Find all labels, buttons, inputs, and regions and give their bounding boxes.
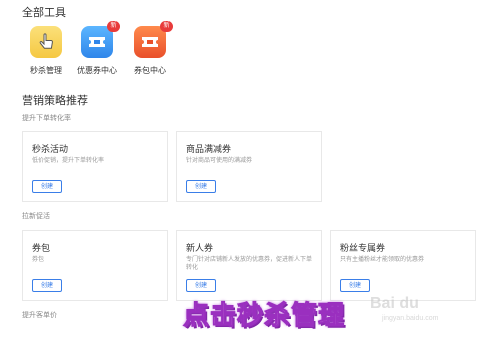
card-seckill-activity: 秒杀活动 低价促销，提升下单转化率 创建 xyxy=(22,131,168,202)
card-desc: 低价促销，提升下单转化率 xyxy=(32,158,105,164)
create-button[interactable]: 创建 xyxy=(32,279,62,292)
create-button[interactable]: 创建 xyxy=(186,279,216,292)
tool-label: 优惠券中心 xyxy=(77,66,117,75)
tool-coupon-package-center[interactable]: 新 券包中心 xyxy=(120,21,180,76)
tool-coupon-center[interactable]: 新 优惠券中心 xyxy=(67,21,127,76)
coupon-package-icon: 新 xyxy=(134,21,173,58)
card-desc: 针对商品可使用的满减券 xyxy=(186,158,253,164)
watermark-logo: Bai du xyxy=(370,295,419,312)
create-button[interactable]: 创建 xyxy=(186,180,216,193)
create-button[interactable]: 创建 xyxy=(32,180,62,193)
coupon-icon: 新 xyxy=(81,21,120,58)
card-coupon-package: 券包 券包 创建 xyxy=(22,230,168,301)
card-fans-coupon: 粉丝专属券 只有主播粉丝才能领取的优惠券 创建 xyxy=(330,230,476,301)
card-title: 新人券 xyxy=(186,243,214,253)
tool-label: 券包中心 xyxy=(134,66,166,75)
card-desc: 只有主播粉丝才能领取的优惠券 xyxy=(340,257,425,263)
strategy-title: 营销策略推荐 xyxy=(22,95,88,107)
card-title: 商品满减券 xyxy=(186,144,232,154)
card-title: 粉丝专属券 xyxy=(340,243,386,253)
new-badge: 新 xyxy=(107,21,120,32)
card-title: 秒杀活动 xyxy=(32,144,69,154)
hand-pointer-icon xyxy=(30,26,62,58)
create-button[interactable]: 创建 xyxy=(340,279,370,292)
group-label-order-value: 提升客单价 xyxy=(22,312,57,319)
card-desc: 券包 xyxy=(32,257,45,263)
watermark-url: jingyan.baidu.com xyxy=(382,315,439,322)
new-badge: 新 xyxy=(160,21,173,32)
card-desc: 专门针对店铺新人发放的优惠券，促进新人下单转化 xyxy=(186,257,313,271)
card-product-discount-coupon: 商品满减券 针对商品可使用的满减券 创建 xyxy=(176,131,322,202)
all-tools-title: 全部工具 xyxy=(22,7,66,19)
group-label-conversion: 提升下单转化率 xyxy=(22,115,71,122)
card-newcomer-coupon: 新人券 专门针对店铺新人发放的优惠券，促进新人下单转化 创建 xyxy=(176,230,322,301)
group-label-acquisition: 拉新促活 xyxy=(22,213,50,220)
instruction-caption: 点击秒杀管理 xyxy=(182,300,346,331)
card-title: 券包 xyxy=(32,243,51,253)
